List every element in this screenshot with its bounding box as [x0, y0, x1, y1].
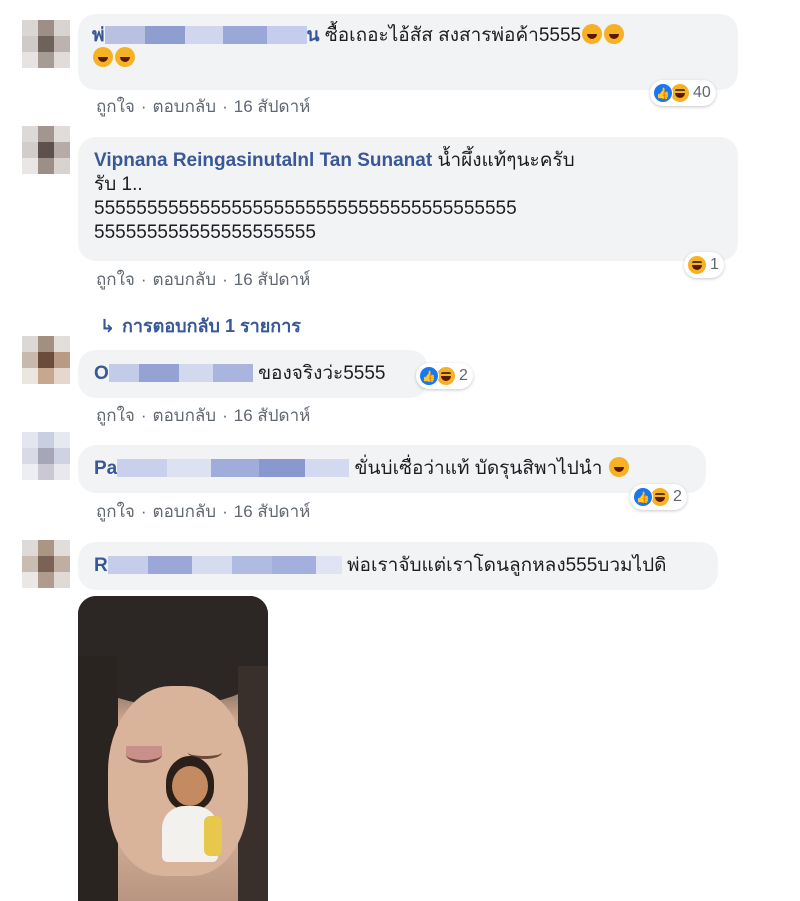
- blurred-name: [107, 556, 342, 574]
- avatar[interactable]: [22, 20, 70, 68]
- like-link[interactable]: ถูกใจ: [96, 270, 135, 289]
- timestamp[interactable]: 16 สัปดาห์: [234, 406, 311, 425]
- haha-icon: [670, 83, 690, 103]
- avatar[interactable]: [22, 540, 70, 588]
- comment-bubble: R พ่อเราจับแต่เราโดนลูกหลง555บวมไปดิ: [78, 542, 718, 590]
- reactions-summary[interactable]: 👍 2: [630, 484, 687, 510]
- reply-arrow-icon: ↳: [100, 316, 116, 336]
- like-icon: 👍: [419, 366, 439, 386]
- comment-actions: ถูกใจ · ตอบกลับ · 16 สัปดาห์: [96, 270, 311, 289]
- laughing-emoji-icon: [608, 457, 629, 477]
- avatar[interactable]: [22, 126, 70, 174]
- comment-text: น้ำผึ้งแท้ๆนะครับ: [437, 150, 575, 171]
- comment-text: ซื้อเถอะไอ้สัส สงสารพ่อค้า5555: [324, 25, 582, 46]
- comment-text: รับ 1..: [94, 174, 143, 195]
- reaction-count: 40: [693, 84, 711, 101]
- comment-bubble: พ่น ซื้อเถอะไอ้สัส สงสารพ่อค้า5555: [78, 14, 738, 90]
- blurred-name: [117, 459, 350, 477]
- like-icon: 👍: [633, 487, 653, 507]
- comment-bubble: Vipnana Reingasinutalnl Tan Sunanat น้ำผ…: [78, 137, 738, 261]
- comment-photo[interactable]: [78, 596, 268, 901]
- reaction-count: 1: [710, 256, 719, 273]
- comment-text: ขั่นบ่เซื่อว่าแท้ บัดรุนสิพาไปนำ: [354, 458, 603, 479]
- haha-icon: [650, 487, 670, 507]
- photo-eye: [126, 746, 162, 763]
- like-link[interactable]: ถูกใจ: [96, 406, 135, 425]
- comment-actions: ถูกใจ · ตอบกลับ · 16 สัปดาห์: [96, 502, 311, 521]
- comment-actions: ถูกใจ · ตอบกลับ · 16 สัปดาห์: [96, 406, 311, 425]
- timestamp[interactable]: 16 สัปดาห์: [234, 97, 311, 116]
- comment-bubble: Pa ขั่นบ่เซื่อว่าแท้ บัดรุนสิพาไปนำ: [78, 445, 706, 493]
- comment-text: ของจริงว่ะ5555: [258, 363, 386, 384]
- like-link[interactable]: ถูกใจ: [96, 97, 135, 116]
- comment-bubble: O ของจริงว่ะ5555: [78, 350, 428, 398]
- view-replies-link[interactable]: ↳ การตอบกลับ 1 รายการ: [100, 311, 301, 340]
- avatar[interactable]: [22, 432, 70, 480]
- avatar[interactable]: [22, 336, 70, 384]
- commenter-name[interactable]: Pa: [94, 458, 350, 479]
- laughing-emoji-icon: [93, 47, 113, 67]
- reactions-summary[interactable]: 👍 40: [650, 80, 716, 106]
- reply-link[interactable]: ตอบกลับ: [153, 270, 217, 289]
- reaction-count: 2: [459, 367, 468, 384]
- reply-link[interactable]: ตอบกลับ: [153, 406, 217, 425]
- laughing-emoji-icon: [115, 47, 135, 67]
- avatar-sticker: [158, 756, 224, 866]
- laughing-emoji-icon: [604, 24, 625, 44]
- haha-icon: [687, 255, 707, 275]
- comment-actions: ถูกใจ · ตอบกลับ · 16 สัปดาห์: [96, 97, 311, 116]
- like-link[interactable]: ถูกใจ: [96, 502, 135, 521]
- laughing-emoji-icon: [582, 24, 603, 44]
- reaction-count: 2: [673, 488, 682, 505]
- commenter-name[interactable]: พ่น: [92, 25, 320, 46]
- reactions-summary[interactable]: 1: [684, 252, 724, 278]
- blurred-name: [108, 364, 253, 382]
- reply-link[interactable]: ตอบกลับ: [153, 97, 217, 116]
- replies-label: การตอบกลับ 1 รายการ: [122, 316, 301, 336]
- reactions-summary[interactable]: 👍 2: [416, 363, 473, 389]
- timestamp[interactable]: 16 สัปดาห์: [234, 270, 311, 289]
- haha-icon: [436, 366, 456, 386]
- comment-text: พ่อเราจับแต่เราโดนลูกหลง555บวมไปดิ: [347, 555, 667, 576]
- like-icon: 👍: [653, 83, 673, 103]
- timestamp[interactable]: 16 สัปดาห์: [234, 502, 311, 521]
- comment-text: 5555555555555555555555555555555555555555: [94, 198, 517, 219]
- commenter-name[interactable]: O: [94, 363, 253, 384]
- reply-link[interactable]: ตอบกลับ: [153, 502, 217, 521]
- commenter-name[interactable]: R: [94, 555, 342, 576]
- comment-text: 555555555555555555555: [94, 222, 316, 243]
- commenter-name[interactable]: Vipnana Reingasinutalnl Tan Sunanat: [94, 150, 432, 171]
- blurred-name: [104, 26, 307, 44]
